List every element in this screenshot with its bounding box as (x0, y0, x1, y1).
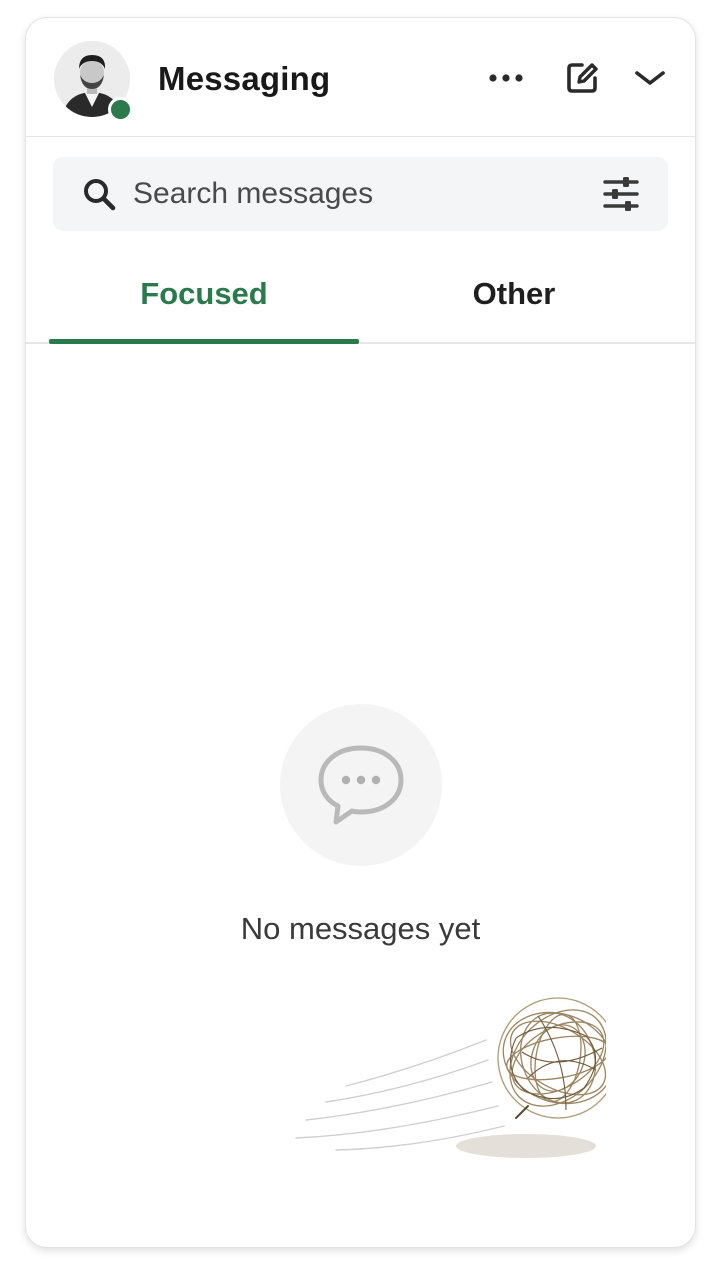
page-title: Messaging (158, 60, 331, 97)
active-tab-indicator (49, 339, 359, 344)
search-bar[interactable] (53, 157, 668, 231)
messaging-panel: Messaging Search messages Focused Other … (25, 17, 696, 1248)
message-tabs: Focused Other (26, 254, 695, 344)
tumbleweed-illustration (295, 997, 606, 1158)
chat-bubble-icon (318, 745, 404, 825)
messaging-header[interactable]: Messaging (26, 18, 695, 137)
more-options-icon[interactable] (486, 58, 526, 98)
empty-state-icon-circle (280, 704, 442, 866)
search-icon (84, 179, 116, 211)
search-input[interactable] (133, 157, 593, 231)
tab-focused[interactable]: Focused (49, 254, 359, 342)
filter-sliders-icon[interactable] (601, 174, 641, 214)
compose-icon[interactable] (562, 58, 602, 98)
avatar[interactable] (54, 41, 133, 122)
online-status-dot (108, 97, 133, 122)
tab-other[interactable]: Other (359, 254, 669, 342)
chevron-down-icon[interactable] (630, 58, 670, 98)
empty-state-message: No messages yet (240, 911, 481, 946)
